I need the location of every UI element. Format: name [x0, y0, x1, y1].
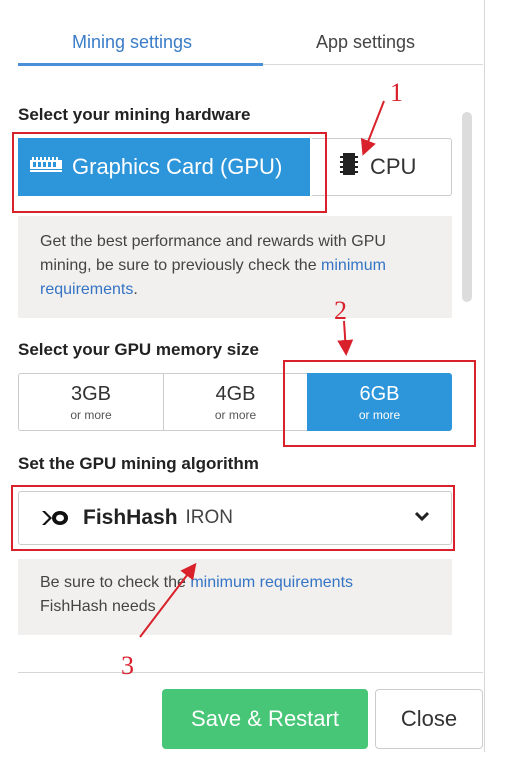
panel-right-border — [484, 0, 485, 752]
annotation-number-1: 1 — [390, 78, 403, 107]
algorithm-info-box: Be sure to check the minimum requirement… — [18, 559, 452, 635]
algorithm-info-suffix: FishHash needs — [40, 598, 156, 615]
annotation-box-memory — [283, 360, 476, 447]
active-tab-indicator — [18, 63, 263, 66]
tab-mining-settings[interactable]: Mining settings — [72, 32, 192, 53]
cpu-button-label: CPU — [370, 154, 417, 179]
tab-app-settings[interactable]: App settings — [316, 32, 415, 53]
cpu-hardware-button[interactable]: CPU — [312, 138, 452, 196]
gpu-info-box: Get the best performance and rewards wit… — [18, 216, 452, 318]
annotation-number-3: 3 — [121, 651, 134, 680]
footer-divider — [18, 672, 483, 673]
algorithm-info-prefix: Be sure to check the — [40, 574, 191, 591]
memory-option-value: 3GB — [70, 383, 112, 405]
close-button[interactable]: Close — [375, 689, 483, 749]
settings-tabs: Mining settings App settings — [18, 0, 483, 66]
memory-section-label: Select your GPU memory size — [18, 340, 259, 359]
algorithm-section-label: Set the GPU mining algorithm — [18, 454, 259, 473]
algorithm-requirements-link[interactable]: minimum requirements — [190, 574, 353, 591]
save-restart-button[interactable]: Save & Restart — [162, 689, 368, 749]
hardware-section-label: Select your mining hardware — [18, 105, 251, 124]
annotation-number-2: 2 — [334, 296, 347, 325]
memory-option-sub: or more — [70, 408, 112, 422]
annotation-box-algorithm — [11, 485, 455, 551]
gpu-info-suffix: . — [133, 281, 138, 298]
cpu-chip-icon — [338, 151, 360, 183]
memory-option-3gb[interactable]: 3GB or more — [18, 373, 164, 431]
scrollbar-thumb[interactable] — [462, 112, 472, 302]
annotation-box-gpu — [12, 132, 327, 213]
